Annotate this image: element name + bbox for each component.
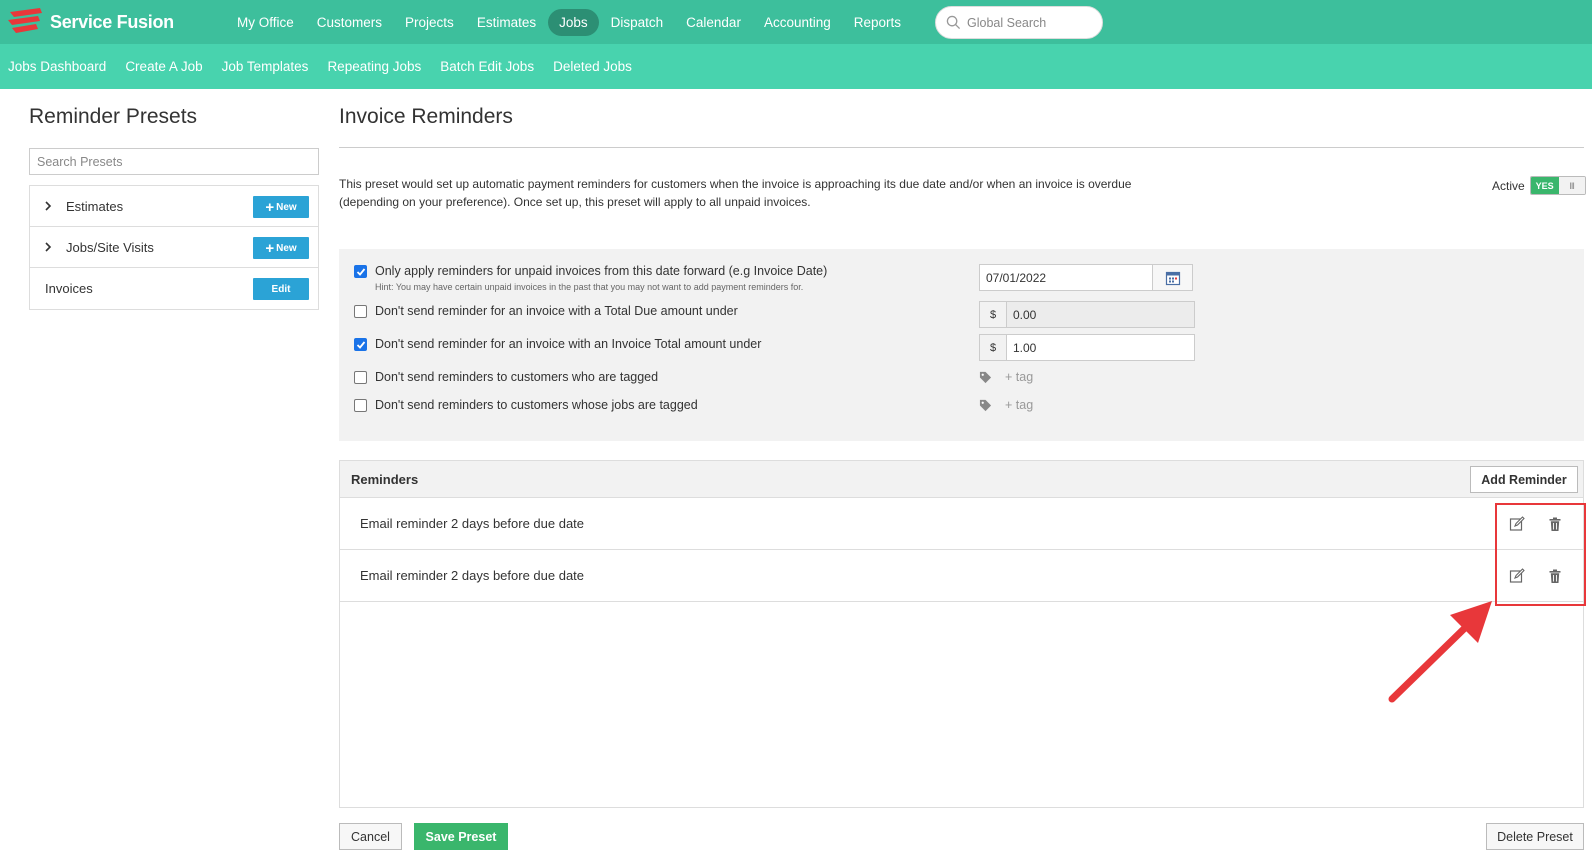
global-search-input[interactable]	[967, 15, 1087, 30]
annotation-arrow-icon	[1388, 601, 1492, 703]
job-tag-group: + tag	[979, 398, 1033, 412]
customers-tagged-checkbox[interactable]	[354, 371, 367, 384]
start-date-field[interactable]	[979, 264, 1193, 291]
preset-row-invoices[interactable]: Invoices Edit	[30, 268, 318, 309]
option-label: Don't send reminders to customers whose …	[375, 398, 698, 412]
tag-icon	[979, 399, 992, 411]
nav-dispatch[interactable]: Dispatch	[600, 9, 675, 36]
chevron-right-icon[interactable]	[44, 242, 52, 252]
preset-label: Jobs/Site Visits	[66, 239, 154, 255]
annotation-highlight-box	[1495, 503, 1586, 606]
reminder-text: Email reminder 2 days before due date	[360, 516, 585, 531]
brand-name: Service Fusion	[50, 11, 174, 32]
nav-estimates[interactable]: Estimates	[466, 9, 547, 36]
button-label: Edit	[271, 283, 291, 295]
button-label: New	[276, 201, 297, 213]
preset-label: Estimates	[66, 198, 124, 214]
active-toggle-group: Active YES III	[1492, 176, 1586, 195]
nav-my-office[interactable]: My Office	[226, 9, 305, 36]
preset-label: Invoices	[45, 281, 93, 296]
global-search[interactable]	[935, 6, 1103, 39]
nav-customers[interactable]: Customers	[306, 9, 393, 36]
subnav-deleted-jobs[interactable]: Deleted Jobs	[545, 59, 643, 74]
subnav-batch-edit-jobs[interactable]: Batch Edit Jobs	[432, 59, 545, 74]
option-label: Don't send reminder for an invoice with …	[375, 304, 738, 318]
option-label: Don't send reminders to customers who ar…	[375, 370, 659, 384]
currency-symbol: $	[980, 302, 1007, 327]
add-customer-tag-link[interactable]: + tag	[1005, 370, 1033, 384]
date-forward-checkbox[interactable]	[354, 265, 367, 278]
total-due-amount-field[interactable]: $	[979, 301, 1195, 328]
option-hint: Hint: You may have certain unpaid invoic…	[375, 282, 804, 292]
add-reminder-button[interactable]: Add Reminder	[1470, 466, 1578, 493]
option-jobs-tagged: Don't send reminders to customers whose …	[354, 398, 698, 412]
brand-logo[interactable]: Service Fusion	[6, 6, 174, 38]
start-date-input[interactable]	[980, 265, 1152, 290]
cancel-button[interactable]: Cancel	[339, 823, 402, 850]
calendar-button[interactable]	[1152, 265, 1192, 290]
plus-icon: +	[265, 198, 275, 216]
toggle-grip: III	[1558, 177, 1585, 194]
subnav-job-templates[interactable]: Job Templates	[214, 59, 320, 74]
check-icon	[356, 340, 365, 349]
nav-jobs[interactable]: Jobs	[548, 8, 599, 36]
tag-icon	[979, 371, 992, 383]
delete-preset-button[interactable]: Delete Preset	[1486, 823, 1584, 850]
new-estimates-preset-button[interactable]: + New	[253, 196, 309, 218]
chevron-right-icon[interactable]	[44, 201, 52, 211]
option-date-forward: Only apply reminders for unpaid invoices…	[354, 264, 827, 292]
option-label: Don't send reminder for an invoice with …	[375, 337, 762, 351]
button-label: New	[276, 242, 297, 254]
invoice-total-amount-field[interactable]: $	[979, 334, 1195, 361]
reminder-settings-panel: Only apply reminders for unpaid invoices…	[339, 249, 1584, 441]
sub-navbar: Jobs Dashboard Create A Job Job Template…	[0, 44, 1592, 89]
edit-invoices-preset-button[interactable]: Edit	[253, 278, 309, 300]
currency-symbol: $	[980, 335, 1007, 360]
option-customers-tagged: Don't send reminders to customers who ar…	[354, 370, 658, 384]
calendar-icon	[1165, 271, 1180, 285]
page-title: Invoice Reminders	[339, 105, 513, 128]
add-job-tag-link[interactable]: + tag	[1005, 398, 1033, 412]
reminder-presets-title: Reminder Presets	[29, 105, 198, 128]
save-preset-button[interactable]: Save Preset	[414, 823, 508, 850]
nav-projects[interactable]: Projects	[394, 9, 465, 36]
search-icon	[946, 15, 961, 30]
search-presets-input[interactable]	[29, 148, 319, 175]
preset-description: This preset would set up automatic payme…	[339, 177, 1132, 209]
plus-icon: +	[265, 239, 275, 257]
preset-list: Estimates + New Jobs/Site Visits + New Inv…	[29, 185, 319, 310]
reminder-text: Email reminder 2 days before due date	[360, 568, 585, 583]
check-icon	[356, 267, 365, 276]
reminders-header: Reminders Add Reminder	[340, 461, 1583, 498]
option-invoice-total: Don't send reminder for an invoice with …	[354, 337, 761, 351]
reminder-row: Email reminder 2 days before due date	[340, 498, 1583, 550]
total-due-amount-input[interactable]	[1007, 302, 1194, 327]
reminders-title: Reminders	[351, 471, 419, 487]
service-fusion-logo-icon	[8, 8, 42, 33]
preset-row-estimates[interactable]: Estimates + New	[30, 186, 318, 227]
active-toggle[interactable]: YES III	[1529, 176, 1586, 195]
nav-accounting[interactable]: Accounting	[753, 9, 842, 36]
nav-calendar[interactable]: Calendar	[675, 9, 752, 36]
subnav-jobs-dashboard[interactable]: Jobs Dashboard	[0, 59, 117, 74]
toggle-yes-label: YES	[1530, 177, 1559, 194]
invoice-total-checkbox[interactable]	[354, 338, 367, 351]
subnav-repeating-jobs[interactable]: Repeating Jobs	[319, 59, 432, 74]
jobs-tagged-checkbox[interactable]	[354, 399, 367, 412]
main-nav: My Office Customers Projects Estimates J…	[226, 0, 913, 44]
nav-reports[interactable]: Reports	[843, 9, 912, 36]
active-label: Active	[1492, 178, 1525, 193]
divider	[339, 147, 1584, 148]
new-jobs-preset-button[interactable]: + New	[253, 237, 309, 259]
preset-row-jobs-site-visits[interactable]: Jobs/Site Visits + New	[30, 227, 318, 268]
invoice-total-amount-input[interactable]	[1007, 335, 1194, 360]
option-total-due: Don't send reminder for an invoice with …	[354, 304, 738, 318]
option-label: Only apply reminders for unpaid invoices…	[375, 264, 828, 278]
customer-tag-group: + tag	[979, 370, 1033, 384]
total-due-checkbox[interactable]	[354, 305, 367, 318]
subnav-create-a-job[interactable]: Create A Job	[117, 59, 213, 74]
top-navbar: Service Fusion My Office Customers Proje…	[0, 0, 1592, 44]
